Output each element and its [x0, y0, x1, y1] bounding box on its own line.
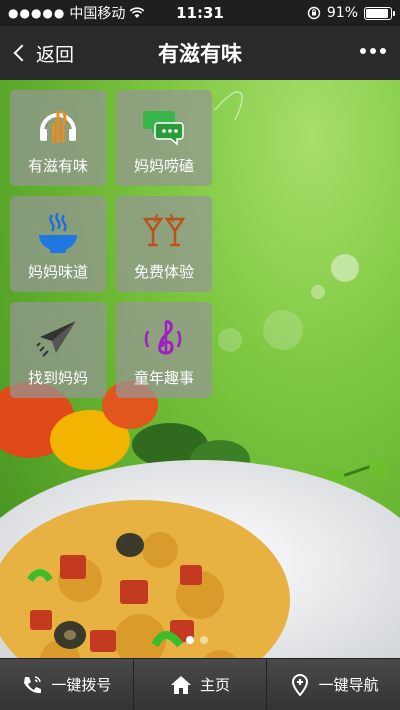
- bottom-toolbar: 一键拨号 主页 一键导航: [0, 658, 400, 710]
- signal-icon: ●●●●●: [8, 6, 66, 20]
- tile-tong-nian-qu-shi[interactable]: 童年趣事: [116, 302, 212, 398]
- tile-label: 免费体验: [133, 263, 194, 281]
- navigate-button[interactable]: 一键导航: [267, 659, 400, 710]
- wifi-icon: [130, 7, 145, 18]
- paper-plane-icon: [36, 321, 76, 357]
- cocktail-glasses-icon: [142, 213, 186, 247]
- more-dot: [380, 48, 386, 54]
- battery-percent: 91%: [326, 5, 358, 21]
- rotation-lock-icon: [307, 6, 321, 20]
- back-button[interactable]: 返回: [12, 40, 74, 67]
- nav-bar: 返回 有滋有味: [0, 26, 400, 80]
- main-content: 有滋有味 妈妈唠磕 妈妈味道 免费体验 找到妈妈 童年趣事: [0, 80, 400, 658]
- location-pin-icon: [291, 673, 308, 696]
- tile-label: 童年趣事: [133, 369, 194, 387]
- more-dot: [360, 48, 366, 54]
- pasta-dish-image: [0, 381, 400, 658]
- tile-label: 妈妈唠磕: [133, 157, 194, 175]
- carrier-label: 中国移动: [69, 6, 126, 22]
- page-indicator: [186, 636, 208, 644]
- chat-bubbles-icon: [143, 111, 184, 146]
- more-dot: [370, 48, 376, 54]
- back-label: 返回: [36, 43, 75, 66]
- home-icon: [171, 675, 191, 694]
- battery-icon: [364, 6, 395, 20]
- chevron-left-icon: [13, 44, 31, 62]
- call-button[interactable]: 一键拨号: [0, 659, 134, 710]
- call-label: 一键拨号: [51, 676, 112, 694]
- tile-label: 找到妈妈: [27, 369, 88, 387]
- tile-label: 妈妈味道: [27, 263, 88, 281]
- menu-grid: 有滋有味 妈妈唠磕 妈妈味道 免费体验 找到妈妈 童年趣事: [10, 90, 216, 398]
- battery-fill: [366, 8, 388, 18]
- steaming-bowl-icon: [39, 212, 77, 253]
- home-button[interactable]: 主页: [134, 659, 268, 710]
- tile-you-zi-you-wei[interactable]: 有滋有味: [10, 90, 106, 186]
- tile-ma-ma-wei-dao[interactable]: 妈妈味道: [10, 196, 106, 292]
- navigate-label: 一键导航: [318, 676, 379, 694]
- home-label: 主页: [200, 676, 231, 694]
- tile-label: 有滋有味: [27, 157, 88, 175]
- page-dot[interactable]: [186, 636, 194, 644]
- status-left: ●●●●● 中国移动: [8, 3, 307, 23]
- status-right: 91%: [307, 5, 395, 21]
- headphones-utensils-icon: [40, 110, 76, 143]
- more-button[interactable]: [360, 48, 386, 54]
- tile-mian-fei-ti-yan[interactable]: 免费体验: [116, 196, 212, 292]
- tile-zhao-dao-ma-ma[interactable]: 找到妈妈: [10, 302, 106, 398]
- music-note-icon: [144, 319, 182, 355]
- phone-icon: [24, 675, 42, 693]
- tile-ma-ma-lao-ke[interactable]: 妈妈唠磕: [116, 90, 212, 186]
- status-bar: ●●●●● 中国移动 11:31 91%: [0, 0, 400, 26]
- page-dot[interactable]: [200, 636, 208, 644]
